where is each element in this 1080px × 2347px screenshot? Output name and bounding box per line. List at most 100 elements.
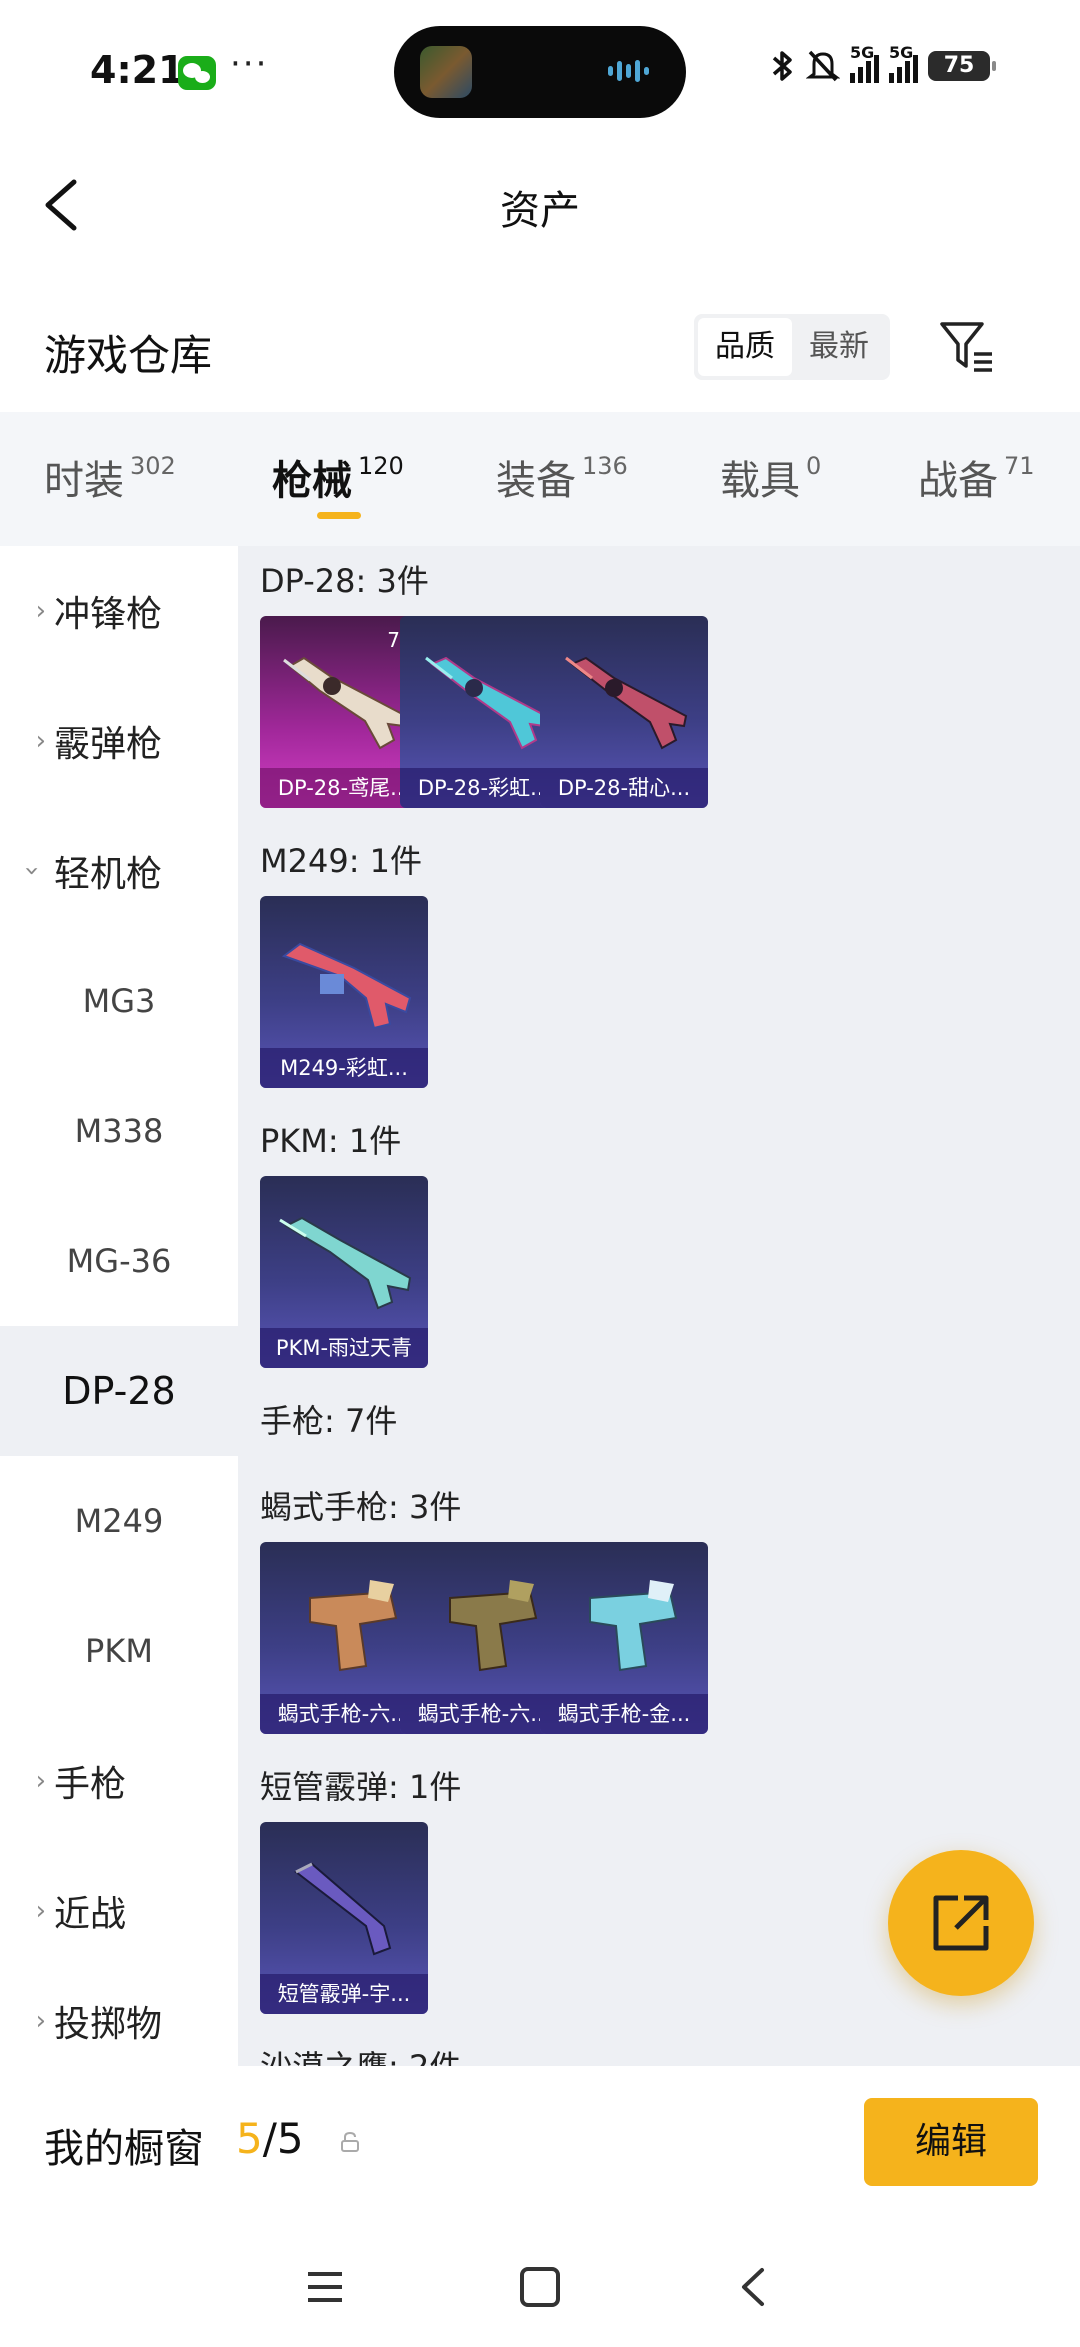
group-title-pkm: PKM: 1件 [260, 1122, 402, 1160]
tab-guns[interactable]: 枪械 120 [272, 448, 404, 506]
item-card[interactable]: M249-彩虹... [260, 896, 428, 1088]
chevron-right-icon: › [35, 2006, 46, 2036]
audio-wave-icon [608, 60, 656, 84]
tab-count: 71 [1004, 452, 1035, 480]
category-tabs: 时装 302 枪械 120 装备 136 载具 0 战备 71 [0, 412, 1080, 546]
group-title-sawed-off: 短管霰弹: 1件 [260, 1768, 462, 1806]
filter-icon [940, 322, 992, 372]
sidebar-item-mg36[interactable]: MG-36 [0, 1196, 238, 1326]
item-card[interactable]: 蝎式手枪-金... [540, 1542, 708, 1734]
share-fab-button[interactable] [888, 1850, 1034, 1996]
warehouse-title: 游戏仓库 [44, 331, 213, 380]
sidebar-item-label: 近战 [54, 1894, 127, 1935]
sidebar-item-throwable[interactable]: › 投掷物 [0, 1976, 238, 2066]
group-title-skorpion: 蝎式手枪: 3件 [260, 1488, 462, 1526]
item-name: 短管霰弹-宇... [260, 1974, 428, 2014]
item-name: M249-彩虹... [260, 1048, 428, 1088]
back-nav-icon[interactable] [730, 2264, 780, 2310]
gun-image-icon [449, 1580, 538, 1672]
network-label: 5G [850, 43, 875, 62]
gun-image-icon [309, 1580, 398, 1672]
gun-image-icon [283, 656, 408, 750]
sidebar-item-lmg[interactable]: › 轻机枪 [0, 806, 238, 936]
group-title-desert-eagle: 沙漠之鹰: 2件 [260, 2042, 461, 2066]
active-tab-indicator [317, 512, 361, 519]
weapon-sidebar: › 冲锋枪 › 霰弹枪 › 轻机枪 MG3 M338 MG-36 DP-28 M… [0, 546, 238, 2066]
tab-count: 302 [130, 452, 176, 480]
sidebar-item-label: 投掷物 [54, 2004, 163, 2045]
sidebar-item-dp28[interactable]: DP-28 [0, 1326, 238, 1456]
sidebar-item-pistol[interactable]: › 手枪 [0, 1716, 238, 1846]
sidebar-item-melee[interactable]: › 近战 [0, 1846, 238, 1976]
app-header: 资产 [0, 140, 1080, 270]
sidebar-item-label: 冲锋枪 [54, 594, 163, 635]
status-time: 4:21 [90, 48, 185, 92]
gun-image-icon [425, 656, 548, 750]
showcase-current: 5 [236, 2114, 263, 2163]
sidebar-item-mg3[interactable]: MG3 [0, 936, 238, 1066]
sort-latest-option[interactable]: 最新 [792, 318, 886, 376]
sidebar-item-m338[interactable]: M338 [0, 1066, 238, 1196]
signal-icon: 5G [850, 43, 879, 83]
wechat-icon [178, 56, 216, 90]
sidebar-item-label: 轻机枪 [54, 854, 163, 895]
tab-count: 120 [358, 452, 404, 480]
chevron-right-icon: › [35, 726, 46, 756]
lock-icon [341, 2131, 359, 2152]
sidebar-item-smg[interactable]: › 冲锋枪 [0, 546, 238, 676]
battery-icon: 75 [928, 51, 996, 81]
chevron-right-icon: › [35, 1896, 46, 1926]
bluetooth-icon [772, 51, 792, 81]
sidebar-item-shotgun[interactable]: › 霰弹枪 [0, 676, 238, 806]
sidebar-item-label: 霰弹枪 [54, 724, 163, 765]
chevron-right-icon: › [35, 596, 46, 626]
item-content: DP-28: 3件 7级 DP-28-鸢尾... DP-28-彩虹... DP-… [238, 546, 1080, 2066]
showcase-count: 5/5 [236, 2114, 304, 2163]
tab-vehicles[interactable]: 载具 0 [720, 448, 821, 506]
group-title-m249: M249: 1件 [260, 842, 423, 880]
sidebar-item-label: 手枪 [54, 1764, 127, 1805]
warehouse-row: 游戏仓库 品质 最新 [0, 290, 1080, 410]
network-label-2: 5G [889, 43, 914, 62]
system-nav-bar [0, 2216, 1080, 2347]
gun-image-icon [279, 1216, 412, 1310]
gun-image-icon [281, 942, 412, 1030]
item-name: 蝎式手枪-金... [540, 1694, 708, 1734]
tab-count: 136 [582, 452, 628, 480]
tab-supplies[interactable]: 战备 71 [918, 448, 1035, 506]
sidebar-item-pkm[interactable]: PKM [0, 1586, 238, 1716]
item-card[interactable]: PKM-雨过天青 [260, 1176, 428, 1368]
item-card[interactable]: DP-28-甜心... [540, 616, 708, 808]
tab-label: 枪械 [272, 458, 352, 504]
sort-quality-option[interactable]: 品质 [698, 318, 792, 376]
gun-image-icon [589, 1580, 678, 1672]
home-icon[interactable] [515, 2264, 565, 2310]
status-bar: 4:21 ··· 5G 5G 75 [0, 0, 1080, 140]
item-card[interactable]: 短管霰弹-宇... [260, 1822, 428, 2014]
status-more-icon: ··· [230, 44, 269, 84]
mute-icon [806, 50, 840, 82]
chevron-right-icon: › [35, 1766, 46, 1796]
tab-count: 0 [806, 452, 822, 480]
showcase-label: 我的橱窗 [44, 2126, 204, 2172]
showcase-total: /5 [262, 2114, 304, 2163]
tab-label: 装备 [496, 458, 576, 504]
tab-equipment[interactable]: 装备 136 [496, 448, 628, 506]
sidebar-item-m249[interactable]: M249 [0, 1456, 238, 1586]
gun-image-icon [294, 1862, 392, 1956]
page-title: 资产 [500, 188, 580, 234]
group-title-dp28: DP-28: 3件 [260, 562, 429, 600]
menu-icon[interactable] [300, 2264, 350, 2310]
group-title-pistols: 手枪: 7件 [260, 1402, 398, 1440]
edit-button[interactable]: 编辑 [864, 2098, 1038, 2186]
tab-fashion[interactable]: 时装 302 [44, 448, 176, 506]
sort-toggle: 品质 最新 [694, 314, 890, 380]
tab-label: 战备 [918, 458, 998, 504]
dynamic-island[interactable] [394, 26, 686, 118]
media-thumbnail [420, 46, 472, 98]
filter-button[interactable] [938, 318, 996, 376]
item-name: DP-28-甜心... [540, 768, 708, 808]
tab-label: 载具 [720, 458, 800, 504]
tab-label: 时装 [44, 458, 124, 504]
signal-icon-2: 5G [889, 43, 918, 83]
